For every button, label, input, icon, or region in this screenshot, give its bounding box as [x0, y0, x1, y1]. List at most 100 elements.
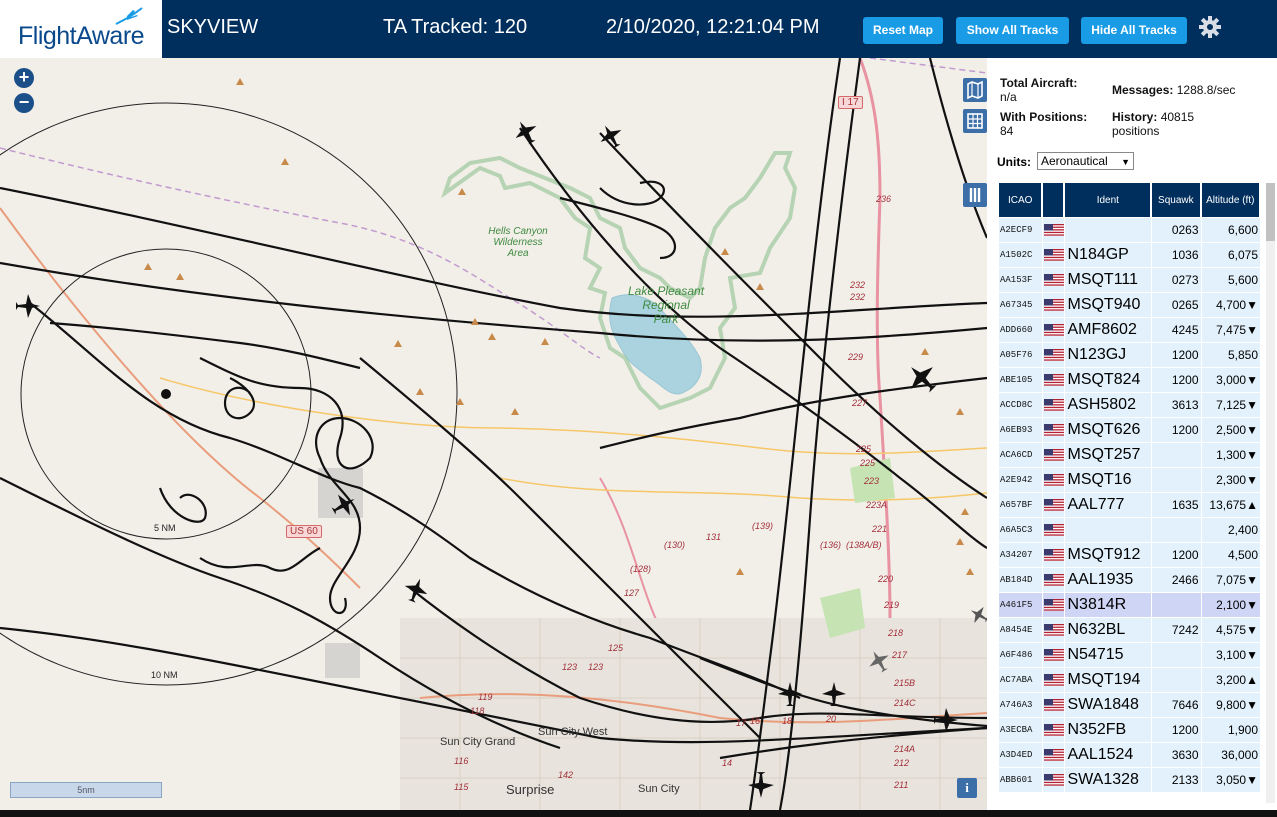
table-row[interactable]: ACA6CD MSQT257 1,300▼: [999, 442, 1261, 467]
messages-label: Messages:: [1112, 83, 1174, 97]
ident-cell: MSQT16: [1065, 467, 1153, 492]
us-flag-icon: [1043, 617, 1066, 642]
route-number: 116: [454, 756, 469, 766]
us-flag-icon: [1043, 742, 1066, 767]
route-number: (139): [752, 521, 774, 531]
ident-cell: AAL1935: [1065, 567, 1153, 592]
columns-icon[interactable]: [963, 183, 987, 207]
scale-bar: 5nm: [10, 782, 162, 798]
aircraft-icon[interactable]: [776, 680, 804, 708]
table-row[interactable]: ABE105 MSQT824 1200 3,000▼: [999, 367, 1261, 392]
info-button[interactable]: i: [957, 778, 977, 798]
zoom-out-button[interactable]: −: [14, 93, 34, 113]
scrollbar-thumb[interactable]: [1266, 183, 1275, 241]
ident-cell: N352FB: [1065, 717, 1153, 742]
us-flag-icon: [1043, 667, 1066, 692]
table-row[interactable]: A05F76 N123GJ 1200 5,850: [999, 342, 1261, 367]
table-row[interactable]: ADD660 AMF8602 4245 7,475▼: [999, 317, 1261, 342]
altitude-trend-icon: ▼: [1246, 598, 1258, 612]
logo[interactable]: FlightAware: [0, 0, 162, 58]
gear-icon[interactable]: [1198, 15, 1222, 39]
aircraft-icon[interactable]: [820, 680, 848, 708]
altitude-cell: 2,500▼: [1201, 417, 1261, 442]
table-row[interactable]: A1502C N184GP 1036 6,075: [999, 242, 1261, 267]
aircraft-icon[interactable]: [402, 576, 430, 604]
table-row[interactable]: A2ECF9 0263 6,600: [999, 217, 1261, 242]
icao-cell: A6F486: [999, 642, 1044, 667]
zoom-in-button[interactable]: +: [14, 68, 34, 88]
altitude-trend-icon: ▼: [1246, 423, 1258, 437]
table-row[interactable]: A657BF AAL777 1635 13,675▲: [999, 492, 1261, 517]
aircraft-icon[interactable]: [904, 360, 940, 396]
table-row[interactable]: A34207 MSQT912 1200 4,500: [999, 542, 1261, 567]
table-row[interactable]: AB184D AAL1935 2466 7,075▼: [999, 567, 1261, 592]
route-number: 221: [872, 524, 888, 534]
aircraft-icon[interactable]: [14, 292, 42, 320]
map-view[interactable]: Hells Canyon Wilderness Area Lake Pleasant…: [0, 58, 987, 810]
us-flag-icon: [1043, 492, 1066, 517]
table-row[interactable]: A461F5 N3814R 2,100▼: [999, 592, 1261, 617]
table-row[interactable]: A8454E N632BL 7242 4,575▼: [999, 617, 1261, 642]
route-number: (130): [664, 540, 686, 550]
column-header-squawk[interactable]: Squawk: [1152, 183, 1202, 217]
column-header-ident[interactable]: Ident: [1065, 183, 1153, 217]
table-row[interactable]: ACCD8C ASH5802 3613 7,125▼: [999, 392, 1261, 417]
show-all-tracks-button[interactable]: Show All Tracks: [956, 17, 1069, 44]
column-header-icao[interactable]: ICAO: [999, 183, 1044, 217]
icao-cell: ADD660: [999, 317, 1044, 342]
ident-cell: MSQT940: [1065, 292, 1153, 317]
aircraft-icon[interactable]: [932, 706, 960, 734]
table-row[interactable]: AA153F MSQT111 0273 5,600: [999, 267, 1261, 292]
grid-icon[interactable]: [963, 109, 987, 133]
us-flag-icon: [1043, 542, 1066, 567]
ident-cell: N632BL: [1065, 617, 1153, 642]
altitude-cell: 3,000▼: [1201, 367, 1261, 392]
altitude-cell: 4,575▼: [1201, 617, 1261, 642]
ident-cell: N123GJ: [1065, 342, 1153, 367]
range-ring-10nm: [0, 102, 458, 686]
aircraft-icon[interactable]: [330, 491, 358, 519]
icao-cell: ABE105: [999, 367, 1044, 392]
altitude-trend-icon: ▼: [1246, 398, 1258, 412]
aircraft-icon[interactable]: [746, 770, 776, 800]
table-row[interactable]: A746A3 SWA1848 7646 9,800▼: [999, 692, 1261, 717]
aircraft-icon[interactable]: [512, 118, 540, 146]
town-sun-city-west: Sun City West: [538, 726, 608, 738]
altitude-value: 4,500: [1227, 548, 1258, 562]
us-flag-icon: [1043, 442, 1066, 467]
altitude-cell: 7,075▼: [1201, 567, 1261, 592]
aircraft-icon[interactable]: [866, 648, 892, 674]
route-number: 214C: [894, 698, 916, 708]
hide-all-tracks-button[interactable]: Hide All Tracks: [1081, 17, 1187, 44]
table-row[interactable]: A3ECBA N352FB 1200 1,900: [999, 717, 1261, 742]
table-row[interactable]: A6F486 N54715 3,100▼: [999, 642, 1261, 667]
table-row[interactable]: A2E942 MSQT16 2,300▼: [999, 467, 1261, 492]
table-scrollbar[interactable]: [1266, 183, 1275, 803]
aircraft-icon[interactable]: [597, 122, 625, 150]
icao-cell: A6A5C3: [999, 517, 1044, 542]
table-row[interactable]: A3D4ED AAL1524 3630 36,000: [999, 742, 1261, 767]
altitude-value: 2,500: [1216, 423, 1247, 437]
units-select[interactable]: Aeronautical: [1037, 152, 1134, 170]
column-header-altitude[interactable]: Altitude (ft): [1201, 183, 1261, 217]
route-number: 14: [722, 758, 733, 768]
altitude-trend-icon: ▲: [1246, 498, 1258, 512]
squawk-cell: [1152, 592, 1202, 617]
route-number: 142: [558, 770, 574, 780]
altitude-value: 6,600: [1227, 223, 1258, 237]
reset-map-button[interactable]: Reset Map: [863, 17, 943, 44]
table-row[interactable]: A67345 MSQT940 0265 4,700▼: [999, 292, 1261, 317]
table-row[interactable]: AC7ABA MSQT194 3,200▲: [999, 667, 1261, 692]
table-row[interactable]: A6EB93 MSQT626 1200 2,500▼: [999, 417, 1261, 442]
column-header-flag[interactable]: [1043, 183, 1066, 217]
town-sun-city-grand: Sun City Grand: [440, 736, 516, 748]
table-header-row: ICAO Ident Squawk Altitude (ft): [999, 183, 1261, 217]
map-icon[interactable]: [963, 78, 987, 102]
aircraft-icon[interactable]: [968, 604, 987, 626]
history-unit: positions: [1112, 124, 1160, 138]
altitude-value: 7,125: [1216, 398, 1247, 412]
table-row[interactable]: ABB601 SWA1328 2133 3,050▼: [999, 767, 1261, 792]
table-row[interactable]: A6A5C3 2,400: [999, 517, 1261, 542]
us-flag-icon: [1043, 242, 1066, 267]
altitude-value: 2,100: [1216, 598, 1247, 612]
